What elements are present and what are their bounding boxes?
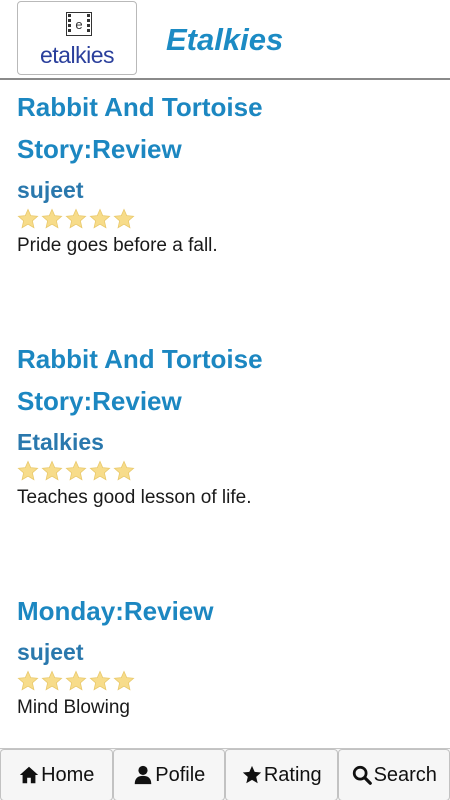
review-title-line: Story:Review (17, 134, 182, 164)
star-rating (17, 668, 437, 694)
rating-star-icon (89, 208, 111, 229)
rating-star-icon (113, 208, 135, 229)
review-item[interactable]: Rabbit And Tortoise Story:Review Etalkie… (17, 338, 437, 590)
review-list: Rabbit And Tortoise Story:Review sujeet … (17, 86, 437, 722)
person-icon (134, 765, 152, 785)
review-title[interactable]: Rabbit And Tortoise Story:Review (17, 86, 437, 170)
rating-star-icon (41, 208, 63, 229)
review-text: Teaches good lesson of life. (17, 487, 252, 508)
review-item[interactable]: Rabbit And Tortoise Story:Review sujeet … (17, 86, 437, 338)
tab-label: Search (373, 763, 437, 786)
film-logo-icon: e (66, 12, 92, 36)
search-icon (352, 765, 372, 785)
rating-star-icon (65, 460, 87, 481)
tab-rating[interactable]: Rating (225, 749, 338, 800)
review-title-line: Monday:Review (17, 596, 214, 626)
review-item[interactable]: Monday:Review sujeet Mind Blowing (17, 590, 437, 722)
tab-profile[interactable]: Pofile (112, 749, 225, 800)
svg-text:e: e (75, 17, 82, 32)
app-header: e etalkies Etalkies (0, 0, 450, 80)
app-title: Etalkies (166, 22, 284, 57)
review-title-line: Rabbit And Tortoise (17, 92, 263, 122)
rating-star-icon (89, 670, 111, 691)
review-text: Mind Blowing (17, 697, 130, 718)
tab-label: Pofile (155, 763, 206, 786)
rating-star-icon (89, 460, 111, 481)
logo-text: etalkies (40, 42, 114, 68)
home-icon (19, 766, 39, 784)
app-logo[interactable]: e etalkies (17, 1, 137, 75)
rating-star-icon (17, 670, 39, 691)
rating-star-icon (65, 208, 87, 229)
review-title-line: Rabbit And Tortoise (17, 344, 263, 374)
review-title-line: Story:Review (17, 386, 182, 416)
rating-star-icon (113, 460, 135, 481)
review-text: Pride goes before a fall. (17, 235, 218, 256)
tab-label: Rating (263, 763, 322, 786)
tab-label: Home (41, 763, 95, 786)
rating-star-icon (17, 208, 39, 229)
tab-home[interactable]: Home (0, 749, 113, 800)
tab-search[interactable]: Search (337, 749, 450, 800)
rating-star-icon (65, 670, 87, 691)
star-rating (17, 458, 437, 484)
rating-star-icon (41, 670, 63, 691)
review-author: Etalkies (17, 429, 104, 455)
bottom-tab-bar: Home Pofile Rating Search (0, 748, 450, 800)
rating-star-icon (41, 460, 63, 481)
review-title[interactable]: Monday:Review (17, 590, 437, 632)
rating-star-icon (113, 670, 135, 691)
review-author: sujeet (17, 177, 84, 203)
star-rating (17, 206, 437, 232)
rating-star-icon (17, 460, 39, 481)
star-icon (242, 765, 262, 784)
review-author: sujeet (17, 639, 84, 665)
review-title[interactable]: Rabbit And Tortoise Story:Review (17, 338, 437, 422)
